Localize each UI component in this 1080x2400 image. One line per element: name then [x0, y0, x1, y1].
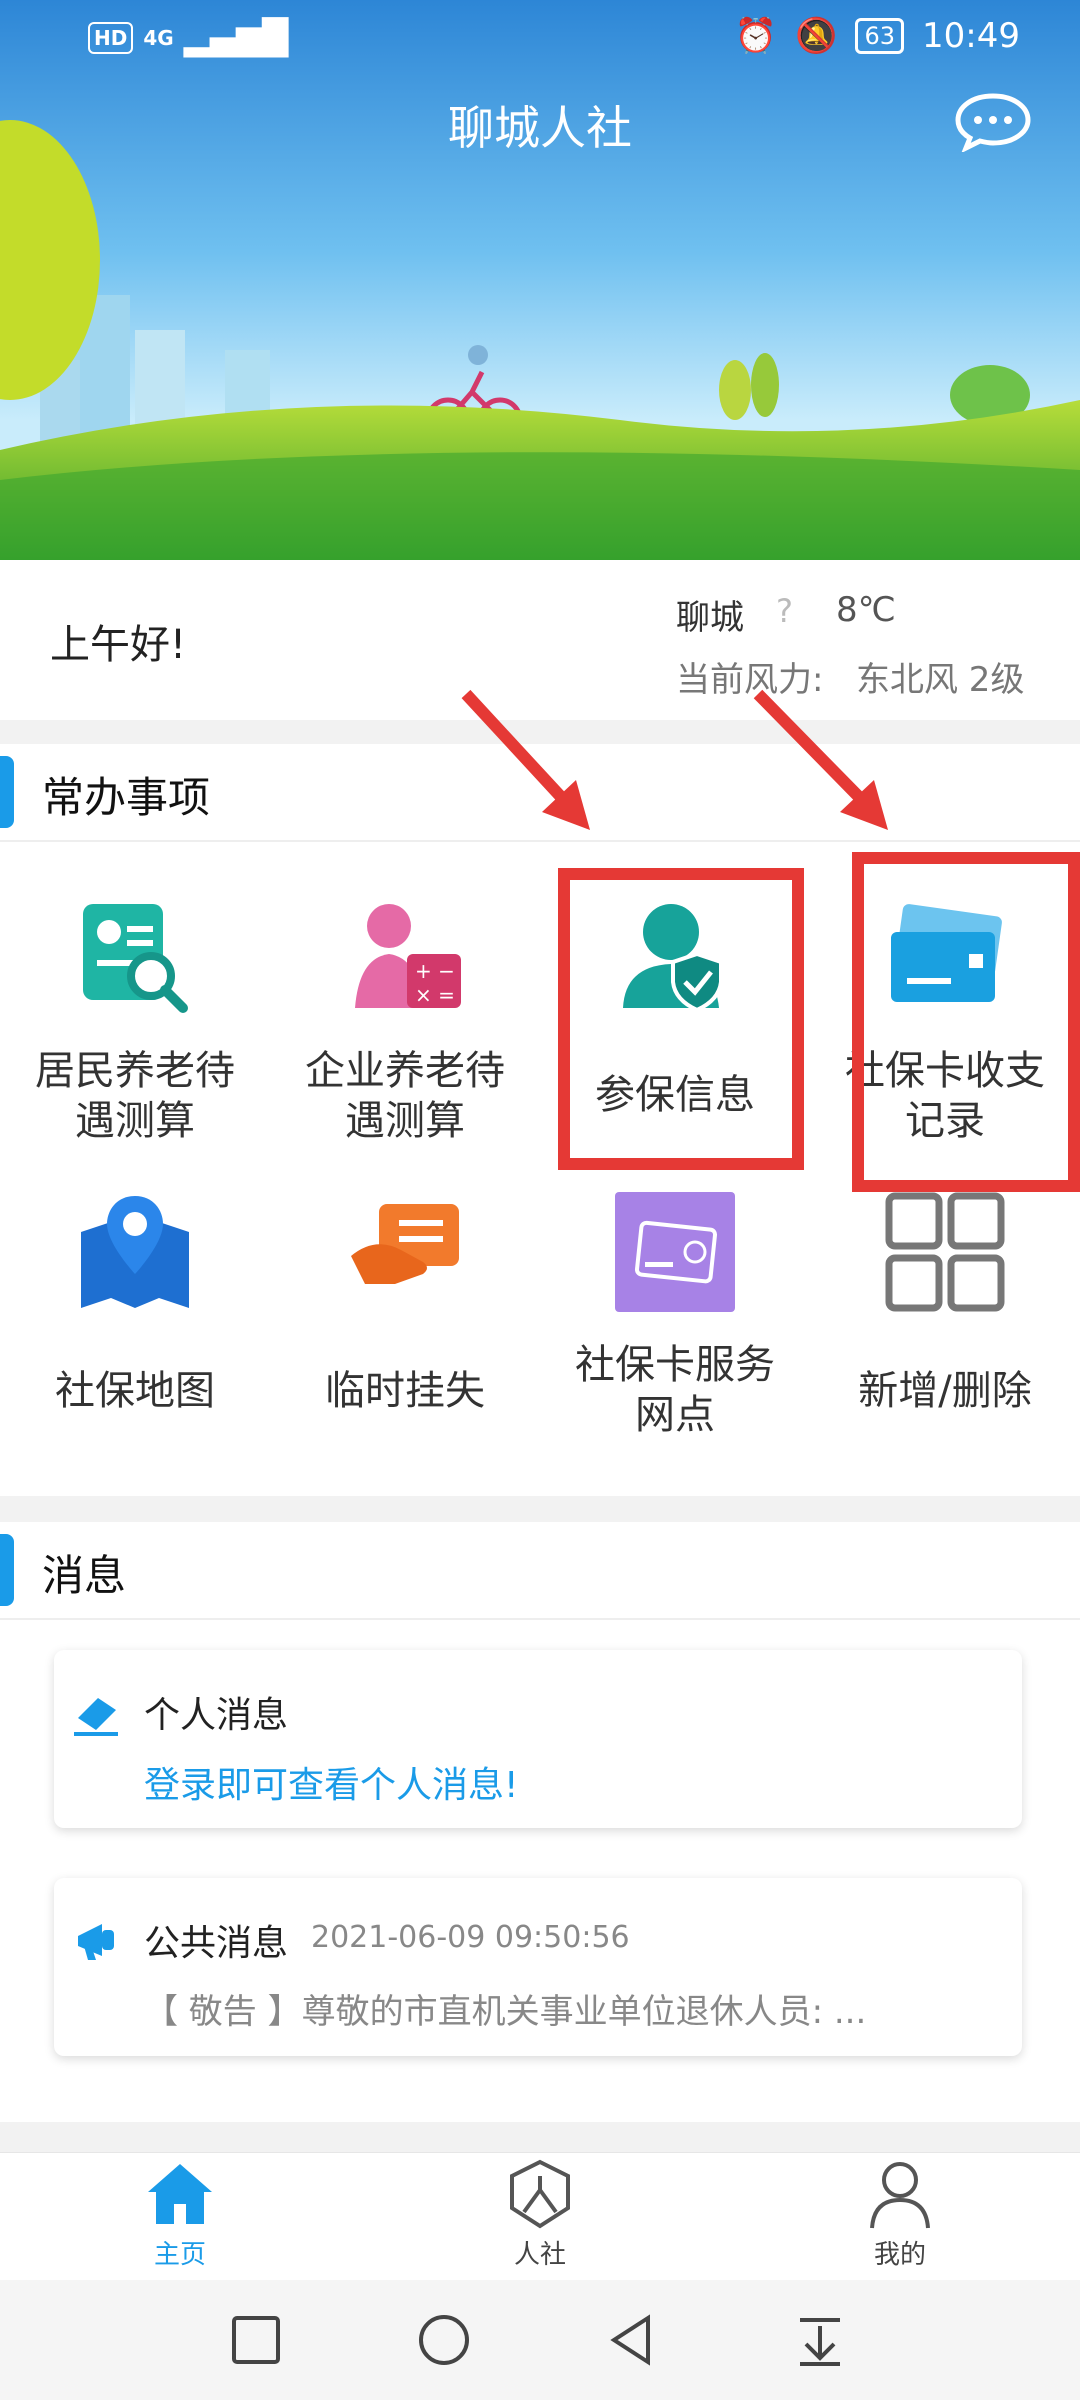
public-message-time: 2021-06-09 09:50:56 — [311, 1920, 630, 1955]
tile-label: 社保卡服务 — [575, 1342, 775, 1388]
highlight-box-insurance-info — [558, 868, 804, 1170]
grid-icon — [885, 1192, 1005, 1312]
weather-icon: ? — [776, 592, 793, 630]
tile-label: 遇测算 — [345, 1098, 465, 1144]
tile-enterprise-pension-calc[interactable]: + − × = 企业养老待 遇测算 — [270, 880, 540, 1160]
divider — [0, 840, 1080, 842]
clock: 10:49 — [922, 16, 1020, 56]
tile-label: 遇测算 — [75, 1098, 195, 1144]
map-icon — [81, 1196, 189, 1308]
divider — [0, 1618, 1080, 1620]
tile-label: 企业养老待 — [305, 1048, 505, 1094]
back-icon[interactable] — [604, 2312, 660, 2368]
temporary-loss-report-icon — [351, 1204, 459, 1284]
tile-add-remove[interactable]: 新增/删除 — [810, 1180, 1080, 1460]
nav-label: 人社 — [513, 2240, 566, 2270]
tile-map[interactable]: 社保地图 — [0, 1180, 270, 1460]
highlight-box-card-transactions — [852, 852, 1080, 1192]
svg-text:× =: × = — [415, 983, 455, 1007]
services-title: 常办事项 — [42, 773, 211, 822]
nav-label: 主页 — [153, 2240, 206, 2270]
svg-text:+ −: + − — [415, 959, 455, 983]
nav-profile[interactable]: 我的 — [780, 2158, 1020, 2271]
tile-label: 临时挂失 — [325, 1368, 485, 1414]
arrow-annotation — [461, 689, 590, 830]
signal-label: 4G — [143, 26, 174, 50]
notification-pulldown-icon[interactable] — [792, 2312, 848, 2368]
resident-pension-calc-icon — [83, 904, 188, 1013]
messages-title: 消息 — [42, 1551, 127, 1600]
status-right: ⏰ 🔕 63 10:49 — [735, 16, 1020, 56]
mute-icon: 🔕 — [795, 16, 838, 56]
banner-illustration — [0, 0, 1080, 560]
status-bar: HD 4G ▂▄▆█ ⏰ 🔕 63 10:49 — [0, 0, 1080, 80]
signal-icon: ▂▄▆█ — [183, 18, 289, 58]
chat-icon[interactable] — [954, 92, 1032, 152]
home-circle-icon[interactable] — [416, 2312, 472, 2368]
public-message-title: 公共消息 — [144, 1923, 289, 1964]
hrss-icon — [510, 2159, 570, 2229]
tile-card-service-outlet[interactable]: 社保卡服务 网点 — [540, 1180, 810, 1460]
public-message-card[interactable]: 公共消息 2021-06-09 09:50:56 【 敬告 】尊敬的市直机关事业… — [54, 1878, 1022, 2056]
section-accent-bar — [0, 1534, 14, 1606]
tile-label: 网点 — [635, 1392, 715, 1438]
public-message-preview: 【 敬告 】尊敬的市直机关事业单位退休人员: ... — [144, 1992, 867, 2032]
tile-resident-pension-calc[interactable]: 居民养老待 遇测算 — [0, 880, 270, 1160]
enterprise-pension-calc-icon: + − × = — [355, 904, 461, 1008]
hd-badge: HD — [88, 22, 134, 54]
section-accent-bar — [0, 756, 14, 828]
nav-home[interactable]: 主页 — [60, 2158, 300, 2271]
recents-icon[interactable] — [228, 2312, 284, 2368]
eraser-icon — [74, 1698, 118, 1736]
tile-label: 居民养老待 — [35, 1048, 235, 1094]
arrow-annotation — [753, 689, 888, 830]
nav-label: 我的 — [873, 2240, 926, 2270]
tile-temporary-loss-report[interactable]: 临时挂失 — [270, 1180, 540, 1460]
personal-message-card[interactable]: 个人消息 登录即可查看个人消息! — [54, 1650, 1022, 1828]
greeting-text: 上午好! — [50, 622, 187, 668]
header-banner — [0, 0, 1080, 560]
weather-city: 聊城 — [676, 598, 744, 638]
login-link[interactable]: 登录即可查看个人消息! — [144, 1756, 518, 1808]
card-service-outlet-icon — [615, 1192, 735, 1312]
page-title: 聊城人社 — [448, 101, 632, 155]
status-left: HD 4G ▂▄▆█ — [88, 18, 288, 58]
weather-temperature: 8℃ — [836, 590, 896, 630]
system-nav-bar — [0, 2280, 1080, 2400]
megaphone-icon — [78, 1924, 114, 1960]
home-icon — [148, 2164, 212, 2224]
personal-message-title: 个人消息 — [144, 1695, 289, 1736]
battery-indicator: 63 — [855, 18, 905, 54]
alarm-icon: ⏰ — [734, 16, 778, 56]
tile-label: 社保地图 — [55, 1368, 215, 1414]
nav-hrss[interactable]: 人社 — [420, 2158, 660, 2271]
tile-label: 新增/删除 — [858, 1368, 1032, 1414]
profile-icon — [870, 2162, 930, 2229]
